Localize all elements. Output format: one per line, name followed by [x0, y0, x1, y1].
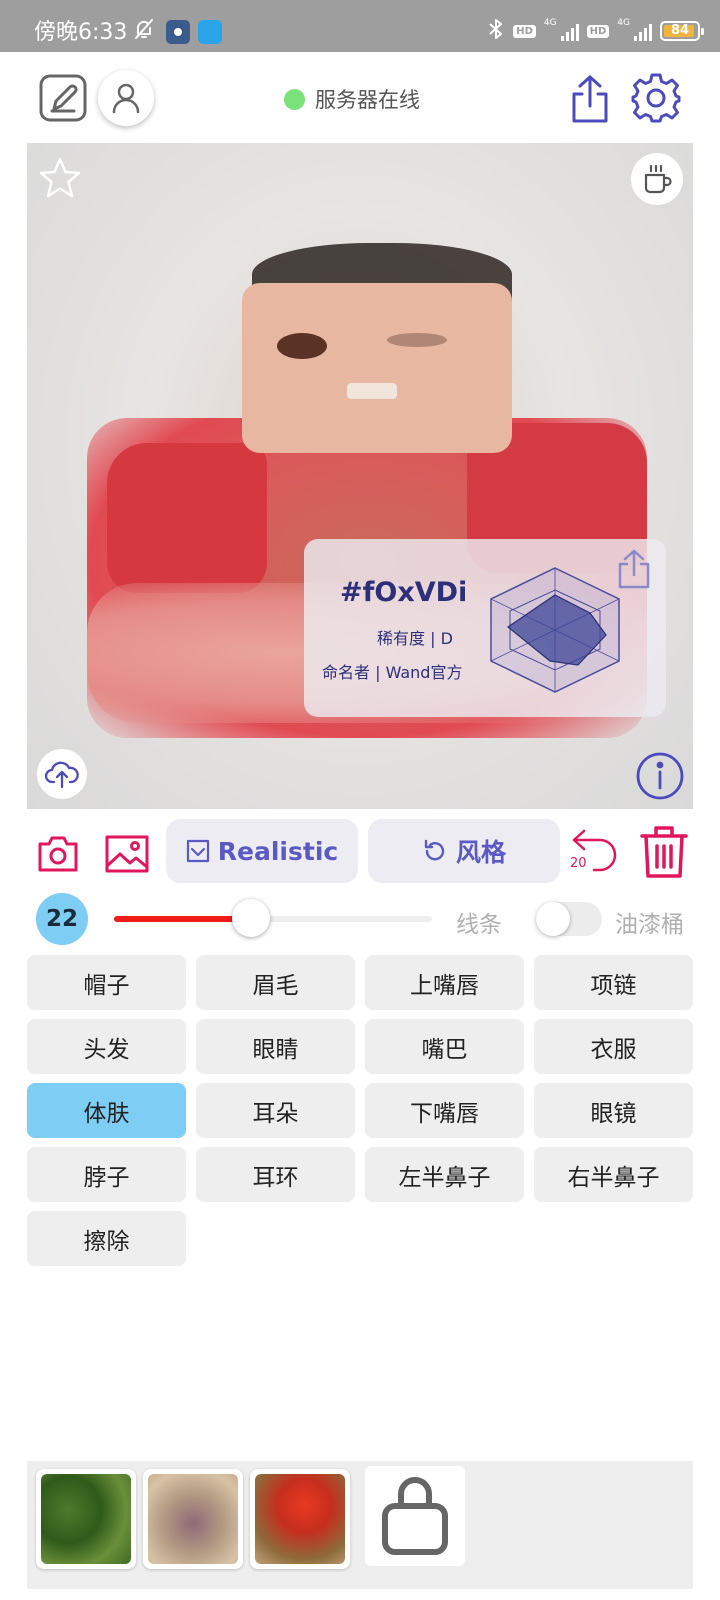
- part-button[interactable]: 上嘴唇: [365, 955, 524, 1010]
- brush-size-slider[interactable]: [114, 916, 432, 922]
- style-thumbnail[interactable]: [36, 1469, 136, 1569]
- brush-size-badge: 22: [36, 893, 88, 945]
- app-notification-icon: [166, 20, 190, 44]
- shopping-bag-icon: [382, 1477, 448, 1555]
- server-status: 服务器在线: [284, 84, 420, 114]
- favorite-button[interactable]: [37, 155, 83, 201]
- part-button[interactable]: 嘴巴: [365, 1019, 524, 1074]
- part-button[interactable]: 脖子: [27, 1147, 186, 1202]
- part-button[interactable]: 眉毛: [196, 955, 355, 1010]
- style-thumbnail[interactable]: [250, 1469, 350, 1569]
- part-button[interactable]: 耳朵: [196, 1083, 355, 1138]
- trash-icon: [640, 826, 688, 878]
- paint-bucket-toggle[interactable]: [536, 902, 602, 936]
- style-button[interactable]: 风格: [368, 819, 560, 883]
- shop-button[interactable]: [365, 1466, 465, 1566]
- part-button[interactable]: 帽子: [27, 955, 186, 1010]
- part-button[interactable]: 左半鼻子: [365, 1147, 524, 1202]
- undo-button[interactable]: 20: [570, 826, 622, 878]
- info-icon: [636, 752, 684, 800]
- image-icon: [105, 835, 149, 873]
- info-card[interactable]: #fOxVDi 稀有度 | D 命名者 | Wand官方: [304, 539, 666, 717]
- paint-bucket-label: 油漆桶: [615, 912, 684, 938]
- bottom-bar: [27, 1461, 693, 1589]
- camera-button[interactable]: [37, 834, 79, 874]
- part-button[interactable]: 眼睛: [196, 1019, 355, 1074]
- profile-button[interactable]: [98, 70, 154, 126]
- edit-button[interactable]: [38, 73, 88, 123]
- style-thumbnail[interactable]: [143, 1469, 243, 1569]
- part-button[interactable]: 下嘴唇: [365, 1083, 524, 1138]
- cloud-upload-icon: [45, 761, 79, 789]
- card-rarity: 稀有度 | D: [377, 629, 453, 648]
- settings-button[interactable]: [630, 72, 682, 124]
- line-mode-label: 线条: [456, 912, 502, 938]
- share-button[interactable]: [566, 72, 614, 126]
- undo-count: 20: [570, 856, 587, 871]
- part-button[interactable]: 项链: [534, 955, 693, 1010]
- bluetooth-icon: [487, 18, 505, 44]
- card-tag: #fOxVDi: [340, 577, 468, 608]
- battery-level: 84: [670, 23, 690, 38]
- coffee-cup-icon: [644, 164, 672, 194]
- gear-icon: [631, 73, 681, 123]
- camera-icon: [38, 836, 78, 872]
- parts-grid: 帽子 眉毛 上嘴唇 项链头发 眼睛 嘴巴 衣服体肤 耳朵 下嘴唇 眼镜脖子 耳环 左半鼻子 右半鼻子擦除: [27, 955, 693, 1266]
- card-author: 命名者 | Wand官方: [322, 663, 463, 682]
- rarity-radar-chart: [490, 567, 620, 693]
- rotate-left-icon: [424, 839, 445, 861]
- part-button[interactable]: 衣服: [534, 1019, 693, 1074]
- hd-badge: HD: [586, 24, 610, 38]
- checkbox-icon: [186, 839, 209, 863]
- slider-fill: [114, 916, 251, 922]
- gallery-button[interactable]: [104, 834, 150, 874]
- status-indicators: HD 4G HD 4G 84: [487, 18, 704, 44]
- share-icon: [572, 75, 608, 123]
- delete-button[interactable]: [638, 824, 690, 880]
- notifications-muted-icon: [132, 17, 156, 45]
- hd-badge: HD: [513, 24, 536, 38]
- edit-icon: [39, 74, 87, 122]
- part-button[interactable]: 耳环: [196, 1147, 355, 1202]
- status-bar: 傍晚6:33 HD 4G HD 4G 84: [0, 0, 720, 52]
- signal-icon: [560, 21, 579, 41]
- network-type: 4G: [543, 18, 557, 28]
- part-button[interactable]: 头发: [27, 1019, 186, 1074]
- realistic-label: Realistic: [217, 836, 339, 866]
- generated-image[interactable]: #fOxVDi 稀有度 | D 命名者 | Wand官方: [27, 143, 693, 809]
- status-time: 傍晚6:33: [34, 20, 128, 45]
- style-label: 风格: [455, 838, 506, 867]
- network-type: 4G: [617, 18, 630, 28]
- battery-icon: 84: [660, 21, 704, 41]
- slider-thumb[interactable]: [231, 899, 270, 937]
- info-button[interactable]: [635, 751, 685, 801]
- server-online-indicator: [284, 88, 305, 110]
- profile-icon: [112, 83, 140, 114]
- toggle-knob: [536, 902, 570, 936]
- part-button[interactable]: 体肤: [27, 1083, 186, 1138]
- server-status-text: 服务器在线: [315, 88, 420, 112]
- upload-button[interactable]: [37, 749, 87, 799]
- coffee-button[interactable]: [631, 153, 683, 205]
- part-button[interactable]: 擦除: [27, 1211, 186, 1266]
- realistic-mode-button[interactable]: Realistic: [166, 819, 358, 883]
- part-button[interactable]: 右半鼻子: [534, 1147, 693, 1202]
- part-button[interactable]: 眼镜: [534, 1083, 693, 1138]
- signal-icon: [634, 21, 652, 41]
- app-notification-icon: [198, 20, 222, 44]
- star-icon: [39, 157, 81, 198]
